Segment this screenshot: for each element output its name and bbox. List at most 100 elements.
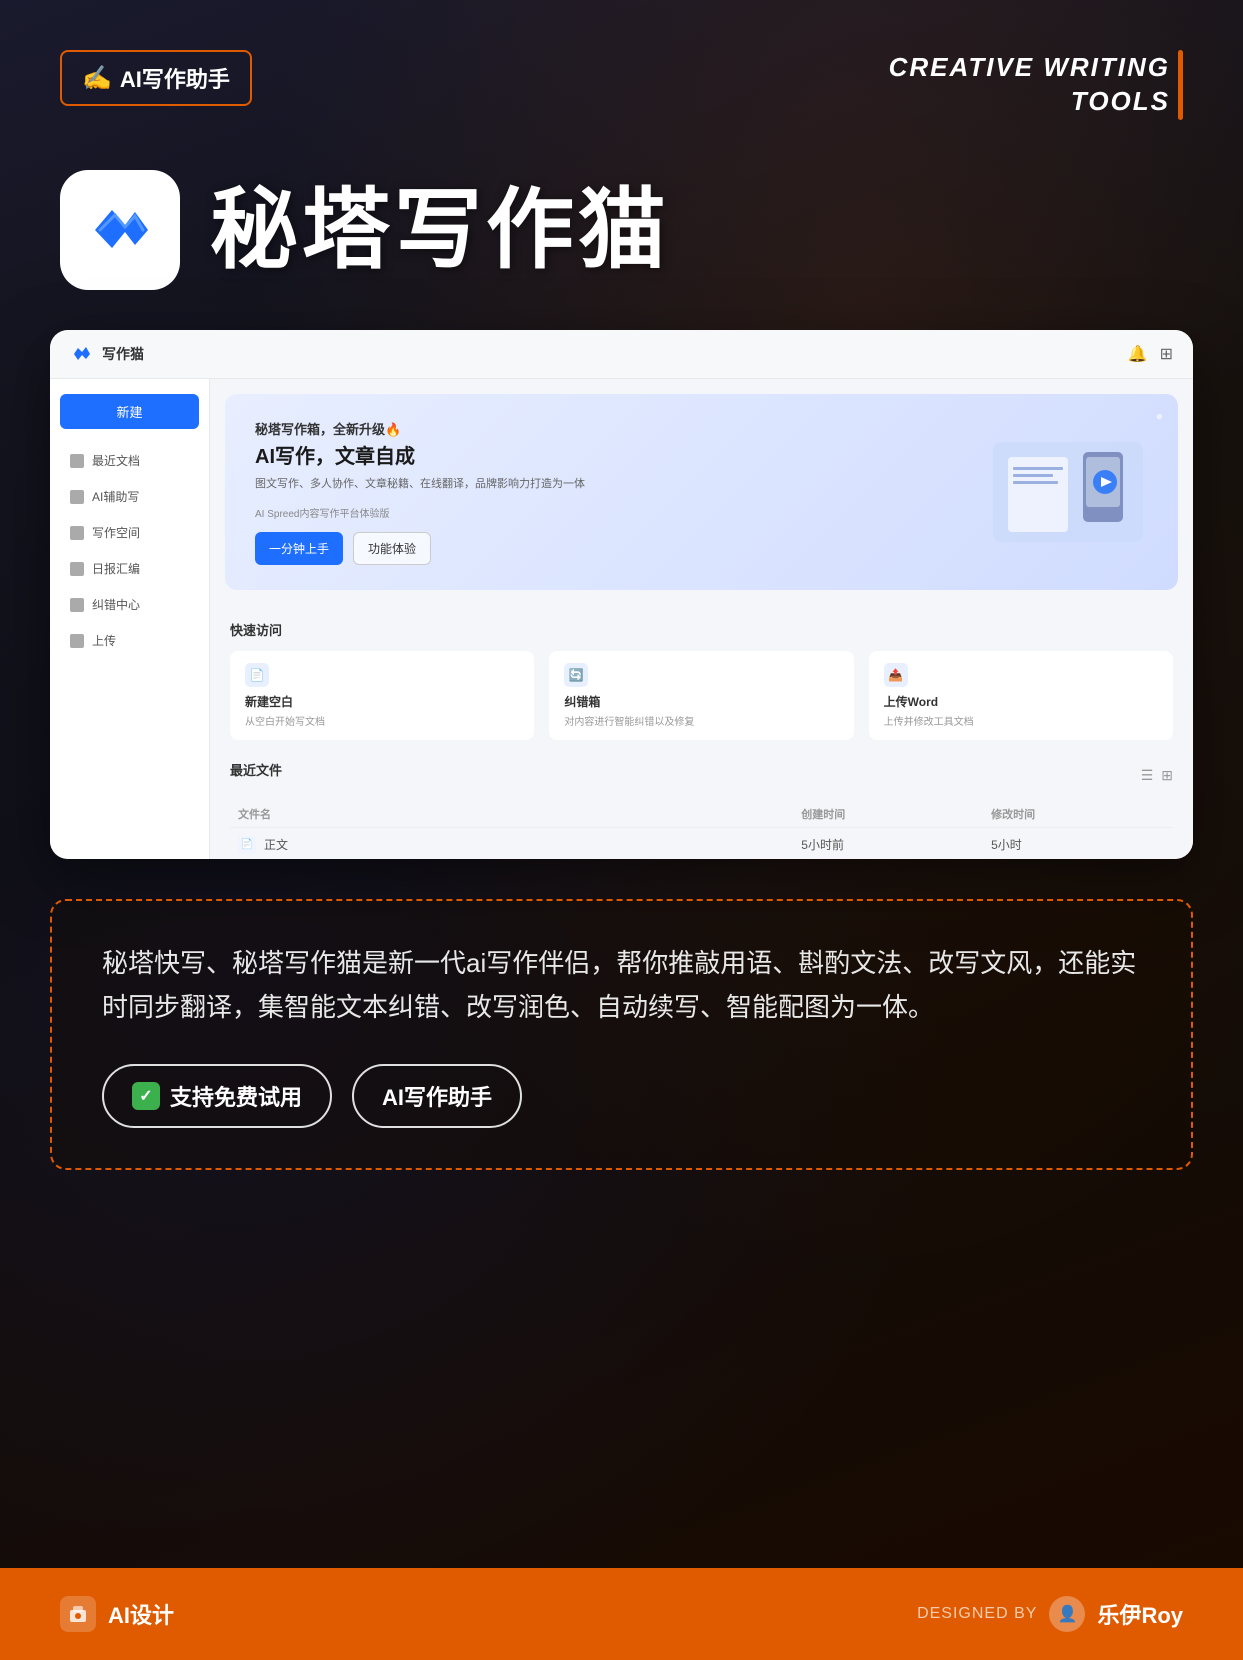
card-desc-0: 从空白开始写文档 xyxy=(245,713,519,728)
sidebar-item-correct[interactable]: 纠错中心 xyxy=(60,588,199,621)
window-logo-text: 写作猫 xyxy=(102,344,144,364)
app-logo-svg xyxy=(80,190,160,270)
creative-writing-label: CREATIVE WRITING TOOLS xyxy=(889,50,1183,120)
sidebar-item-recent[interactable]: 最近文档 xyxy=(60,444,199,477)
bell-icon[interactable]: 🔔 xyxy=(1128,344,1148,364)
card-title-2: 上传Word xyxy=(884,693,1158,710)
window-logo-icon xyxy=(70,342,94,366)
grid-icon[interactable]: ⊞ xyxy=(1161,767,1173,784)
quick-access-title: 快速访问 xyxy=(230,620,1173,639)
sidebar-item-label-ai: AI辅助写 xyxy=(92,488,139,505)
list-icon[interactable]: ☰ xyxy=(1141,767,1154,784)
upgrade-text: 秘塔写作箱，全新升级🔥 xyxy=(255,419,401,438)
btn-ai-label: AI写作助手 xyxy=(382,1080,492,1112)
sidebar-new-doc-btn[interactable]: 新建 xyxy=(60,394,199,429)
hero-desc: 图文写作、多人协作、文章秘籍、在线翻译，品牌影响力打造为一体 xyxy=(255,476,585,493)
card-icon-1: 🔄 xyxy=(564,663,588,687)
sidebar-item-label-correct: 纠错中心 xyxy=(92,596,140,613)
ai-design-label: AI设计 xyxy=(108,1598,174,1630)
files-table: 文件名 创建时间 修改时间 📄 xyxy=(230,801,1173,860)
ai-design-icon xyxy=(60,1596,96,1632)
ai-icon xyxy=(70,490,84,504)
file-modified-0: 5小时 xyxy=(983,827,1173,859)
hero-actions: 一分钟上手 功能体验 xyxy=(255,532,585,565)
card-desc-1: 对内容进行智能纠错以及修复 xyxy=(564,713,838,728)
hero-illustration xyxy=(988,437,1148,547)
sidebar-item-workspace[interactable]: 写作空间 xyxy=(60,516,199,549)
check-icon: ✓ xyxy=(132,1082,160,1110)
btn-experience[interactable]: 功能体验 xyxy=(353,532,431,565)
card-title-1: 纠错箱 xyxy=(564,693,838,710)
file-icon-0: 📄 xyxy=(238,836,256,854)
window-logo: 写作猫 xyxy=(70,342,144,366)
sidebar-item-label-upload: 上传 xyxy=(92,632,116,649)
action-buttons: ✓ 支持免费试用 AI写作助手 xyxy=(102,1064,1141,1128)
quick-card-2[interactable]: 📤 上传Word 上传并修改工具文档 xyxy=(869,651,1173,740)
table-header-row: 文件名 创建时间 修改时间 xyxy=(230,801,1173,828)
file-name-text-0: 正文 xyxy=(264,836,288,853)
recent-header-icons: ☰ ⊞ xyxy=(1141,767,1173,784)
sidebar-item-ai[interactable]: AI辅助写 xyxy=(60,480,199,513)
files-table-head: 文件名 创建时间 修改时间 xyxy=(230,801,1173,828)
file-empty-0 xyxy=(743,827,794,859)
window-titlebar: 写作猫 🔔 ⊞ xyxy=(50,330,1193,379)
recent-files: 最近文件 ☰ ⊞ 文件名 创建时间 xyxy=(210,755,1193,860)
pen-icon: ✍️ xyxy=(82,64,112,93)
illus-group xyxy=(988,437,1148,547)
recent-header: 最近文件 ☰ ⊞ xyxy=(230,760,1173,791)
creative-writing-line1: CREATIVE WRITING xyxy=(889,51,1170,85)
footer-right: DESIGNED BY 👤 乐伊Roy xyxy=(917,1596,1183,1632)
hero-title: AI写作，文章自成 xyxy=(255,444,585,470)
sidebar-item-label-recent: 最近文档 xyxy=(92,452,140,469)
footer-avatar: 👤 xyxy=(1049,1596,1085,1632)
header: ✍️ AI写作助手 CREATIVE WRITING TOOLS xyxy=(0,0,1243,150)
btn-free-trial[interactable]: ✓ 支持免费试用 xyxy=(102,1064,332,1128)
mockup-window: 写作猫 🔔 ⊞ 新建 最近文档 xyxy=(50,330,1193,859)
window-controls: 🔔 ⊞ xyxy=(1128,344,1173,364)
creative-bar xyxy=(1178,50,1183,120)
app-body: 新建 最近文档 AI辅助写 写作空间 xyxy=(50,379,1193,859)
col-created: 创建时间 xyxy=(793,801,983,828)
quick-cards: 📄 新建空白 从空白开始写文档 🔄 纠错箱 对内容进行智能纠错以及修复 📤 xyxy=(230,651,1173,740)
ai-design-svg xyxy=(68,1604,88,1624)
upgrade-badge: 秘塔写作箱，全新升级🔥 xyxy=(255,419,401,438)
report-icon xyxy=(70,562,84,576)
expand-icon[interactable]: ⊞ xyxy=(1160,344,1173,364)
app-sidebar: 新建 最近文档 AI辅助写 写作空间 xyxy=(50,379,210,859)
footer: AI设计 DESIGNED BY 👤 乐伊Roy xyxy=(0,1568,1243,1660)
card-title-0: 新建空白 xyxy=(245,693,519,710)
hero-banner: 秘塔写作箱，全新升级🔥 AI写作，文章自成 图文写作、多人协作、文章秘籍、在线翻… xyxy=(225,394,1178,590)
creative-writing-text: CREATIVE WRITING TOOLS xyxy=(889,51,1170,119)
main-container: ✍️ AI写作助手 CREATIVE WRITING TOOLS 秘塔写作猫 xyxy=(0,0,1243,1660)
col-modified: 修改时间 xyxy=(983,801,1173,828)
btn-ai-writing[interactable]: AI写作助手 xyxy=(352,1064,522,1128)
sidebar-item-report[interactable]: 日报汇编 xyxy=(60,552,199,585)
files-table-body: 📄 正文 5小时前 5小时 xyxy=(230,827,1173,859)
description-box: 秘塔快写、秘塔写作猫是新一代ai写作伴侣，帮你推敲用语、斟酌文法、改写文风，还能… xyxy=(50,899,1193,1170)
app-icon xyxy=(60,170,180,290)
description-text: 秘塔快写、秘塔写作猫是新一代ai写作伴侣，帮你推敲用语、斟酌文法、改写文风，还能… xyxy=(102,941,1141,1029)
card-icon-2: 📤 xyxy=(884,663,908,687)
footer-left: AI设计 xyxy=(60,1596,174,1632)
footer-author: 乐伊Roy xyxy=(1097,1598,1183,1630)
file-name-wrapper-0: 📄 正文 xyxy=(238,836,735,854)
recent-icon xyxy=(70,454,84,468)
hero-hint: AI Spreed内容写作平台体验版 xyxy=(255,507,585,522)
app-title-section: 秘塔写作猫 xyxy=(0,150,1243,330)
quick-access: 快速访问 📄 新建空白 从空白开始写文档 🔄 纠错箱 对内容进行智能纠错以及修复 xyxy=(210,605,1193,755)
sidebar-item-label-workspace: 写作空间 xyxy=(92,524,140,541)
btn-free-label: 支持免费试用 xyxy=(170,1080,302,1112)
hero-svg xyxy=(988,437,1148,547)
quick-card-0[interactable]: 📄 新建空白 从空白开始写文档 xyxy=(230,651,534,740)
quick-card-1[interactable]: 🔄 纠错箱 对内容进行智能纠错以及修复 xyxy=(549,651,853,740)
correct-icon xyxy=(70,598,84,612)
tag-badge[interactable]: ✍️ AI写作助手 xyxy=(60,50,252,106)
app-name: 秘塔写作猫 xyxy=(210,186,670,274)
sidebar-item-label-report: 日报汇编 xyxy=(92,560,140,577)
btn-start[interactable]: 一分钟上手 xyxy=(255,532,343,565)
sidebar-item-upload[interactable]: 上传 xyxy=(60,624,199,657)
table-row[interactable]: 📄 正文 5小时前 5小时 xyxy=(230,827,1173,859)
recent-title: 最近文件 xyxy=(230,760,282,779)
tag-label: AI写作助手 xyxy=(120,62,230,94)
workspace-icon xyxy=(70,526,84,540)
